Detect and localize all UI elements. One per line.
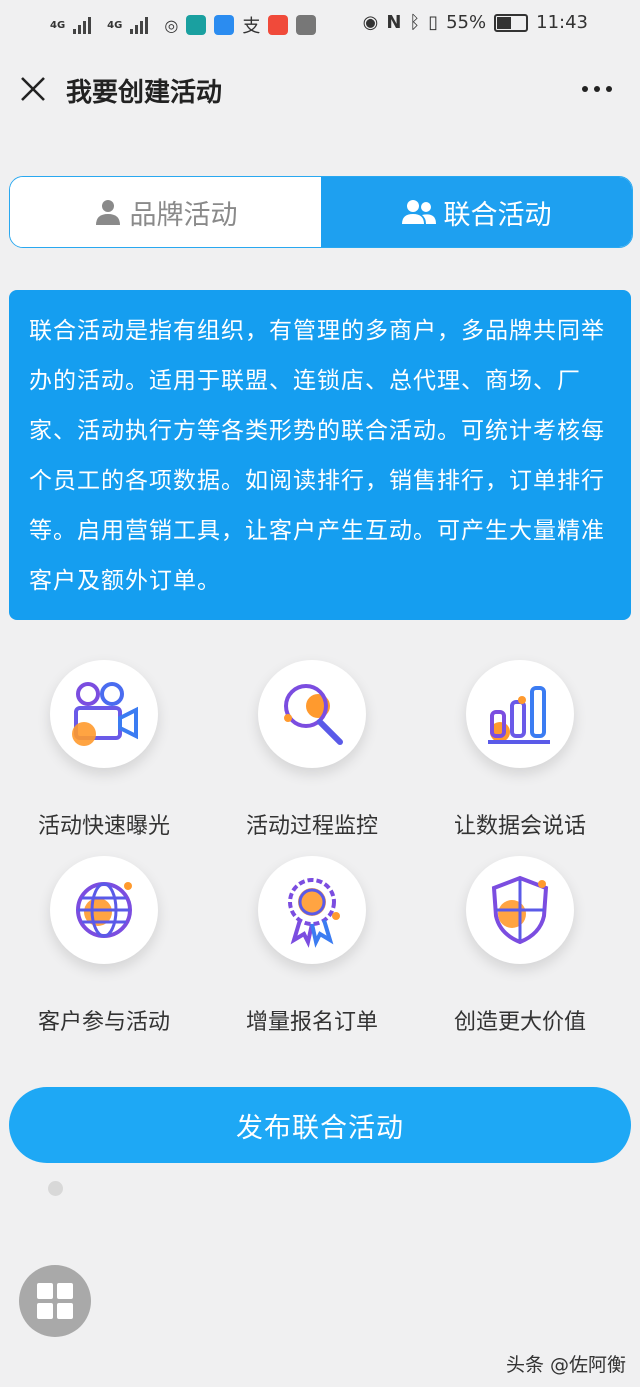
globe-icon xyxy=(76,882,132,938)
signal-icon-2 xyxy=(130,16,156,34)
shield-icon xyxy=(491,875,549,945)
feature-label: 活动快速曝光 xyxy=(37,814,170,839)
network-2-label: 4G xyxy=(107,19,123,31)
battery-icon xyxy=(494,13,529,32)
watermark: 头条 @佐阿衡 xyxy=(505,1354,626,1376)
video-camera-icon xyxy=(72,682,138,746)
user-icon xyxy=(95,200,120,225)
tab-brand-label: 品牌活动 xyxy=(129,199,238,231)
feature-label: 创造更大价值 xyxy=(453,1010,586,1035)
feature-value[interactable]: 创造更大价值 xyxy=(416,856,624,1036)
nav-bar: 我要创建活动 xyxy=(0,48,640,128)
clock: 11:43 xyxy=(536,12,588,33)
feature-circle xyxy=(258,856,366,964)
feature-circle xyxy=(50,660,158,768)
users-icon xyxy=(401,200,436,224)
activity-type-tabs: 品牌活动 联合活动 xyxy=(9,176,633,248)
status-bar: 4G 4G ◎ 支 ◉ N ᛒ ▯ 55% 11:43 xyxy=(0,0,640,48)
alipay-icon: 支 xyxy=(242,16,261,37)
magnifier-icon xyxy=(284,684,343,745)
publish-union-activity-button[interactable]: 发布联合活动 xyxy=(9,1087,631,1163)
floating-menu-button[interactable] xyxy=(19,1265,91,1337)
vibrate-icon: ▯ xyxy=(428,12,439,33)
feature-label: 增量报名订单 xyxy=(245,1010,378,1035)
bluetooth-icon: ᛒ xyxy=(409,12,421,33)
feature-data[interactable]: 让数据会说话 xyxy=(416,660,624,840)
tab-brand-activity[interactable]: 品牌活动 xyxy=(10,177,321,247)
feature-monitor[interactable]: 活动过程监控 xyxy=(208,660,416,840)
award-badge-icon xyxy=(288,878,340,948)
more-icon[interactable] xyxy=(582,86,612,92)
page-indicator-dot xyxy=(48,1181,63,1196)
feature-label: 客户参与活动 xyxy=(37,1010,170,1035)
signal-icon xyxy=(73,16,99,34)
feature-circle xyxy=(50,856,158,964)
eye-icon: ◉ xyxy=(362,12,379,33)
feature-circle xyxy=(466,856,574,964)
nfc-icon: N xyxy=(386,12,402,33)
battery-percent: 55% xyxy=(446,12,487,33)
grid-icon xyxy=(37,1283,73,1319)
feature-circle xyxy=(466,660,574,768)
union-activity-description: 联合活动是指有组织，有管理的多商户，多品牌共同举办的活动。适用于联盟、连锁店、总… xyxy=(9,290,631,620)
status-right: ◉ N ᛒ ▯ 55% 11:43 xyxy=(363,12,588,33)
feature-circle xyxy=(258,660,366,768)
feature-label: 让数据会说话 xyxy=(453,814,586,839)
feature-label: 活动过程监控 xyxy=(245,814,378,839)
close-icon[interactable] xyxy=(20,76,46,102)
app-icon-red xyxy=(268,15,289,35)
status-left: 4G 4G ◎ 支 xyxy=(50,12,317,38)
feature-participate[interactable]: 客户参与活动 xyxy=(0,856,208,1036)
app-icon-teal xyxy=(186,15,207,35)
feature-signup[interactable]: 增量报名订单 xyxy=(208,856,416,1036)
app-icon-blue xyxy=(214,15,235,35)
tab-union-activity[interactable]: 联合活动 xyxy=(321,177,632,247)
network-1-label: 4G xyxy=(50,19,66,31)
page-title: 我要创建活动 xyxy=(66,78,223,108)
app-icon-gray xyxy=(296,15,317,35)
bar-chart-icon xyxy=(488,686,550,744)
hotspot-icon: ◎ xyxy=(164,15,179,35)
feature-exposure[interactable]: 活动快速曝光 xyxy=(0,660,208,840)
tab-union-label: 联合活动 xyxy=(443,199,552,231)
